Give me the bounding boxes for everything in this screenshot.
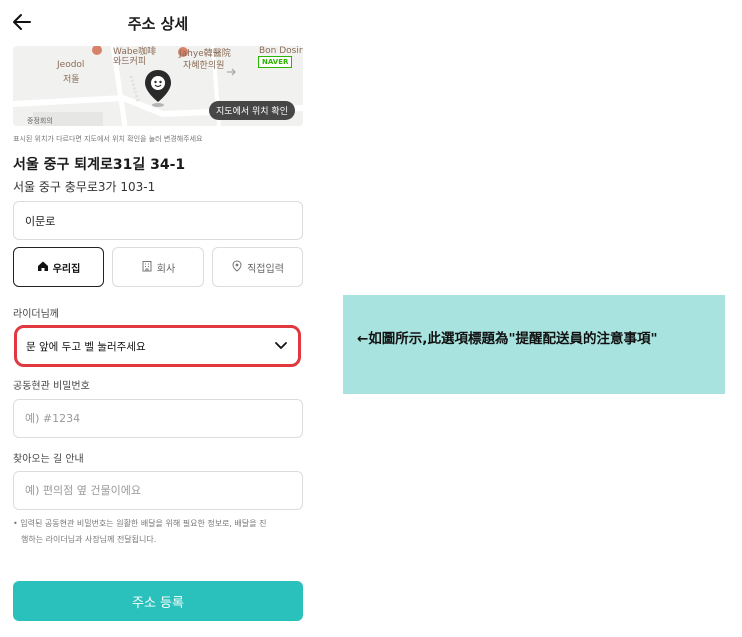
rider-request-value: 문 앞에 두고 벨 눌러주세요	[26, 340, 146, 353]
notice-line: 행하는 라이더님과 사장님께 전달됩니다.	[21, 535, 157, 544]
map-label: Bon Dosin	[259, 46, 303, 56]
chevron-down-icon	[274, 338, 288, 355]
tag-home-label: 우리집	[52, 263, 81, 275]
map-label: 자혜한의원	[183, 61, 225, 71]
map-label: 중정회의	[27, 117, 53, 125]
register-address-button[interactable]: 주소 등록	[13, 581, 303, 621]
annotation-box: ←如圖所示,此選項標題為"提醒配送員的注意事項"	[343, 295, 725, 394]
directions-input[interactable]	[13, 471, 303, 510]
home-icon	[37, 260, 49, 275]
notice-line: • 입력된 공동현관 비밀번호는 원활한 배달을 위해 필요한 정보로, 배달을…	[13, 519, 267, 528]
tag-custom-label: 직접입력	[247, 263, 284, 275]
location-pin-icon	[231, 259, 243, 275]
building-icon	[141, 260, 153, 275]
map-label: 저돌	[63, 75, 80, 85]
lot-address: 서울 중구 충무로3가 103-1	[13, 180, 156, 194]
rider-request-select[interactable]: 문 앞에 두고 벨 눌러주세요	[14, 325, 301, 367]
map-marker-icon	[143, 68, 173, 112]
entrance-password-input[interactable]	[13, 399, 303, 438]
directions-label: 찾아오는 길 안내	[13, 454, 84, 465]
tag-home-button[interactable]: 우리집	[13, 247, 104, 287]
header-bar: 주소 상세	[0, 0, 316, 46]
entrance-password-label: 공동현관 비밀번호	[13, 381, 90, 392]
annotation-text: ←如圖所示,此選項標題為"提醒配送員的注意事項"	[357, 331, 658, 347]
map-preview[interactable]: Wabe咖啡 와드커피 Jeodol 저돌 Jahye韓醫院 자혜한의원 Bon…	[13, 46, 303, 126]
map-confirm-button[interactable]: 지도에서 위치 확인	[209, 101, 295, 120]
tag-custom-button[interactable]: 직접입력	[212, 247, 303, 287]
naver-logo: NAVER	[258, 56, 293, 68]
tag-office-button[interactable]: 회사	[112, 247, 204, 287]
address-detail-input[interactable]	[13, 201, 303, 240]
map-helper-text: 표시된 위치가 다르다면 지도에서 위치 확인을 눌러 변경해주세요	[13, 135, 203, 143]
road-address: 서울 중구 퇴계로31길 34-1	[13, 157, 186, 173]
page-title: 주소 상세	[127, 15, 189, 33]
privacy-notice: • 입력된 공동현관 비밀번호는 원활한 배달을 위해 필요한 정보로, 배달을…	[13, 516, 305, 548]
rider-request-label: 라이더님께	[13, 309, 59, 320]
map-label: 와드커피	[113, 57, 147, 67]
tag-office-label: 회사	[156, 263, 176, 275]
map-label: Jeodol	[57, 60, 85, 70]
